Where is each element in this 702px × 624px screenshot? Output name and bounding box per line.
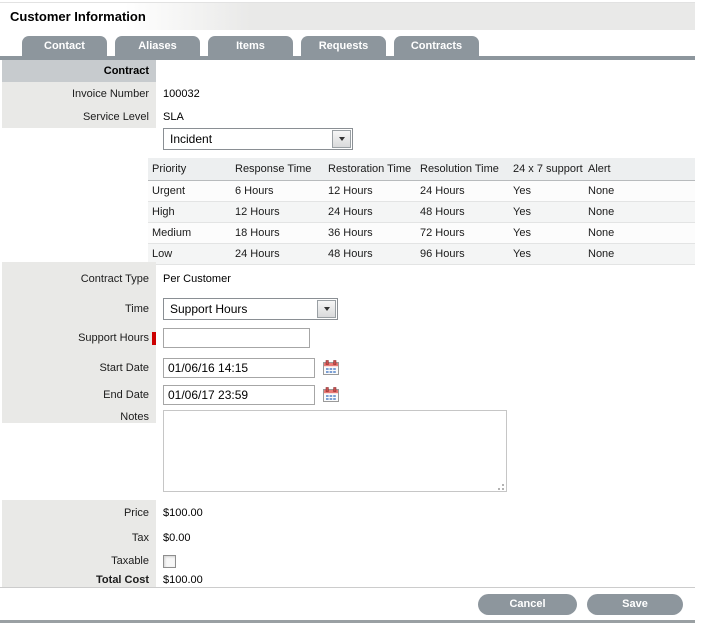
chevron-down-icon[interactable] [332, 130, 351, 148]
price-value: $100.00 [163, 507, 203, 519]
contract-type-row: Contract Type Per Customer [0, 262, 695, 296]
notes-row: Notes [0, 408, 695, 500]
time-select-value: Support Hours [164, 299, 316, 319]
support-hours-input[interactable] [163, 328, 310, 348]
time-label: Time [2, 296, 156, 322]
footer-actions: Cancel Save [0, 587, 695, 620]
sla-table: Priority Response Time Restoration Time … [148, 158, 695, 265]
col-priority: Priority [148, 158, 231, 181]
tab-bar: Contact Aliases Items Requests Contracts [0, 30, 695, 56]
total-cost-row: Total Cost $100.00 [0, 572, 695, 587]
process-select[interactable]: Incident [163, 128, 353, 150]
end-date-input[interactable] [163, 385, 315, 405]
service-level-value: SLA [163, 111, 184, 123]
chevron-down-icon[interactable] [317, 300, 336, 318]
process-select-row: Incident [0, 128, 695, 158]
time-row: Time Support Hours [0, 296, 695, 322]
calendar-icon[interactable] [323, 360, 339, 375]
start-date-label: Start Date [2, 354, 156, 381]
section-title: Contract [2, 60, 156, 82]
page-title-bar: Customer Information [0, 2, 695, 30]
calendar-icon[interactable] [323, 387, 339, 402]
tab-contact[interactable]: Contact [22, 36, 107, 56]
col-response-time: Response Time [231, 158, 324, 181]
start-date-row: Start Date [0, 354, 695, 381]
tax-value: $0.00 [163, 532, 191, 544]
invoice-number-row: Invoice Number 100032 [0, 82, 695, 106]
customer-information-page: Customer Information Contact Aliases Ite… [0, 0, 695, 623]
taxable-row: Taxable [0, 550, 695, 572]
col-restoration-time: Restoration Time [324, 158, 416, 181]
invoice-number-label: Invoice Number [2, 82, 156, 106]
tab-items[interactable]: Items [208, 36, 293, 56]
col-resolution-time: Resolution Time [416, 158, 509, 181]
end-date-row: End Date [0, 381, 695, 408]
time-select[interactable]: Support Hours [163, 298, 338, 320]
taxable-label: Taxable [2, 550, 156, 572]
save-button[interactable]: Save [587, 594, 683, 615]
total-cost-label: Total Cost [2, 572, 156, 587]
service-level-label: Service Level [2, 106, 156, 128]
contract-type-label: Contract Type [2, 262, 156, 296]
support-hours-row: Support Hours [0, 322, 695, 354]
price-label: Price [2, 500, 156, 526]
end-date-label: End Date [2, 381, 156, 408]
taxable-checkbox[interactable] [163, 555, 176, 568]
sla-table-row: Priority Response Time Restoration Time … [0, 158, 695, 262]
table-row-medium: Medium 18 Hours 36 Hours 72 Hours Yes No… [148, 223, 695, 244]
total-cost-value: $100.00 [163, 574, 203, 586]
table-row-high: High 12 Hours 24 Hours 48 Hours Yes None [148, 202, 695, 223]
invoice-number-value: 100032 [163, 88, 200, 100]
page-title: Customer Information [0, 9, 146, 24]
tab-aliases[interactable]: Aliases [115, 36, 200, 56]
table-row-urgent: Urgent 6 Hours 12 Hours 24 Hours Yes Non… [148, 181, 695, 202]
tax-label: Tax [2, 526, 156, 550]
col-alert: Alert [584, 158, 695, 181]
tax-row: Tax $0.00 [0, 526, 695, 550]
col-24x7-support: 24 x 7 support [509, 158, 584, 181]
cancel-button[interactable]: Cancel [478, 594, 577, 615]
start-date-input[interactable] [163, 358, 315, 378]
sla-table-header: Priority Response Time Restoration Time … [148, 158, 695, 181]
tab-requests[interactable]: Requests [301, 36, 386, 56]
contract-form: Contract Invoice Number 100032 Service L… [0, 60, 695, 587]
page-bottom-border [0, 620, 695, 623]
price-row: Price $100.00 [0, 500, 695, 526]
notes-textarea[interactable] [163, 410, 507, 492]
tab-contracts[interactable]: Contracts [394, 36, 479, 56]
notes-label: Notes [2, 408, 156, 423]
contract-type-value: Per Customer [163, 273, 231, 285]
process-select-value: Incident [164, 129, 331, 149]
support-hours-label: Support Hours [78, 332, 149, 344]
service-level-row: Service Level SLA [0, 106, 695, 128]
section-header-row: Contract [0, 60, 695, 82]
